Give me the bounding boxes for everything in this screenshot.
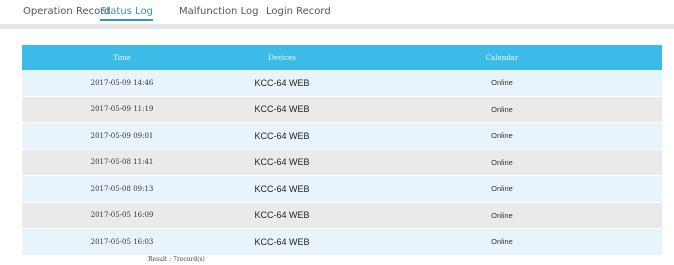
column-header-calendar[interactable]: Calendar	[342, 45, 662, 70]
cell-time: 2017-05-09 09:01	[22, 123, 222, 149]
tab-operation-record[interactable]: Operation Record	[23, 6, 111, 17]
cell-device: KCC-64 WEB	[222, 149, 342, 175]
cell-time: 2017-05-05 16:09	[22, 202, 222, 228]
cell-time: 2017-05-08 09:13	[22, 176, 222, 202]
result-count: Result : 7record(s)	[148, 256, 205, 263]
cell-status: Online	[342, 70, 662, 96]
column-header-time[interactable]: Time	[22, 45, 222, 70]
cell-status: Online	[342, 229, 662, 255]
table-row[interactable]: 2017-05-08 09:13 KCC-64 WEB Online	[22, 176, 662, 202]
table-row[interactable]: 2017-05-09 14:46 KCC-64 WEB Online	[22, 70, 662, 96]
table-row[interactable]: 2017-05-09 09:01 KCC-64 WEB Online	[22, 123, 662, 149]
cell-device: KCC-64 WEB	[222, 96, 342, 122]
table-header-row: Time Devices Calendar	[22, 45, 662, 70]
cell-status: Online	[342, 149, 662, 175]
table-row[interactable]: 2017-05-09 11:19 KCC-64 WEB Online	[22, 96, 662, 122]
cell-time: 2017-05-08 11:41	[22, 149, 222, 175]
table-row[interactable]: 2017-05-05 16:03 KCC-64 WEB Online	[22, 229, 662, 255]
cell-status: Online	[342, 176, 662, 202]
cell-device: KCC-64 WEB	[222, 70, 342, 96]
record-tabs: Operation Record Status Log Malfunction …	[0, 0, 674, 29]
cell-status: Online	[342, 202, 662, 228]
status-log-page: Operation Record Status Log Malfunction …	[0, 0, 674, 265]
cell-time: 2017-05-09 11:19	[22, 96, 222, 122]
cell-time: 2017-05-05 16:03	[22, 229, 222, 255]
cell-time: 2017-05-09 14:46	[22, 70, 222, 96]
cell-device: KCC-64 WEB	[222, 176, 342, 202]
table-row[interactable]: 2017-05-08 11:41 KCC-64 WEB Online	[22, 149, 662, 175]
tab-status-log[interactable]: Status Log	[100, 6, 153, 21]
cell-status: Online	[342, 123, 662, 149]
status-log-table: Time Devices Calendar 2017-05-09 14:46 K…	[22, 45, 662, 255]
cell-device: KCC-64 WEB	[222, 202, 342, 228]
cell-device: KCC-64 WEB	[222, 123, 342, 149]
tab-login-record[interactable]: Login Record	[266, 6, 331, 17]
tab-malfunction-log[interactable]: Malfunction Log	[179, 6, 258, 17]
table-row[interactable]: 2017-05-05 16:09 KCC-64 WEB Online	[22, 202, 662, 228]
column-header-devices[interactable]: Devices	[222, 45, 342, 70]
cell-device: KCC-64 WEB	[222, 229, 342, 255]
cell-status: Online	[342, 96, 662, 122]
